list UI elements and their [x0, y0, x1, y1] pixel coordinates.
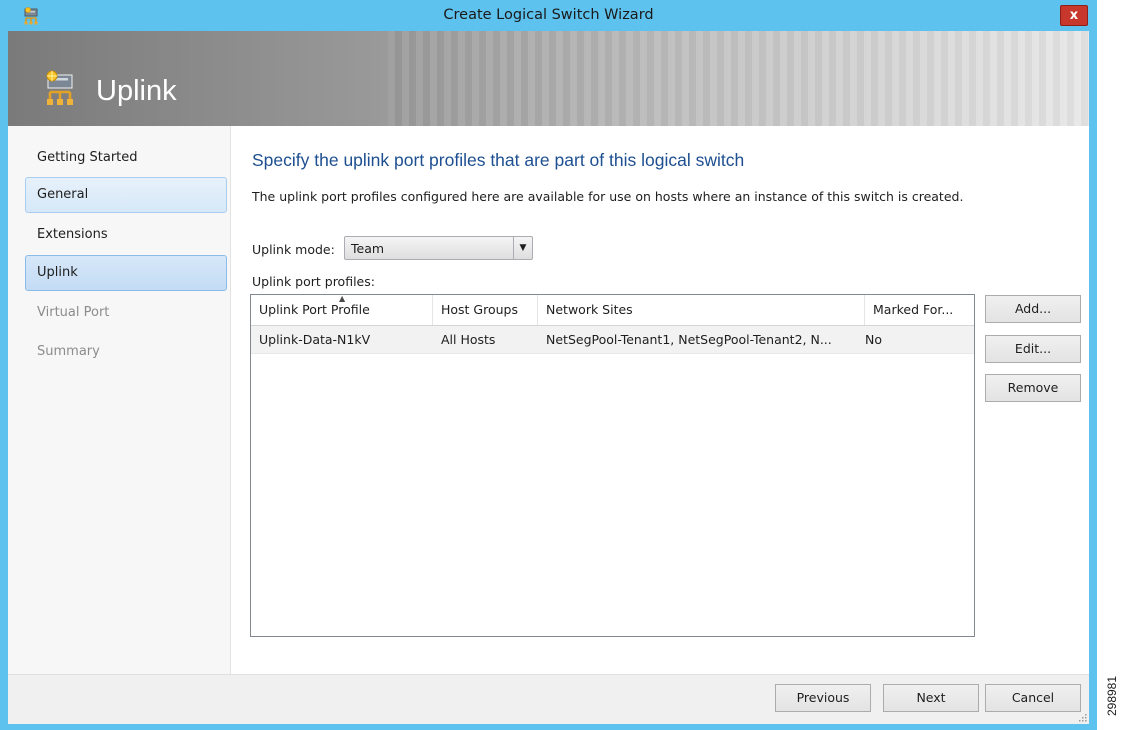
section-heading: Specify the uplink port profiles that ar…	[252, 150, 745, 170]
uplink-mode-value: Team	[351, 241, 385, 256]
cancel-button[interactable]: Cancel	[985, 684, 1081, 712]
page-title: Uplink	[96, 75, 177, 107]
previous-button[interactable]: Previous	[775, 684, 871, 712]
uplink-mode-label: Uplink mode:	[252, 242, 335, 257]
resize-grip-icon[interactable]	[1077, 712, 1087, 722]
remove-button[interactable]: Remove	[985, 374, 1081, 402]
uplink-mode-dropdown[interactable]: Team ▼	[344, 236, 533, 260]
wizard-footer: Previous Next Cancel	[8, 674, 1089, 724]
page-banner: Uplink	[8, 31, 1089, 126]
nav-item-extensions[interactable]: Extensions	[25, 217, 227, 253]
sort-ascending-icon: ▲	[339, 294, 346, 303]
edit-button[interactable]: Edit...	[985, 335, 1081, 363]
nav-item-uplink[interactable]: Uplink	[25, 255, 227, 291]
main-panel: Specify the uplink port profiles that ar…	[231, 126, 1089, 674]
column-label: Uplink Port Profile	[259, 302, 370, 317]
cell-network-sites: NetSegPool-Tenant1, NetSegPool-Tenant2, …	[546, 332, 832, 347]
title-bar[interactable]: Create Logical Switch Wizard x	[0, 0, 1097, 31]
nav-item-summary: Summary	[37, 344, 100, 359]
wizard-nav: Getting Started General Extensions Uplin…	[8, 126, 231, 674]
wizard-window: Create Logical Switch Wizard x Uplink Ge…	[0, 0, 1097, 730]
uplink-profiles-label: Uplink port profiles:	[252, 274, 375, 289]
column-header-network-sites[interactable]: Network Sites	[538, 295, 865, 325]
table-row[interactable]: Uplink-Data-N1kV All Hosts NetSegPool-Te…	[251, 326, 974, 354]
dropdown-arrow-icon[interactable]: ▼	[513, 237, 532, 259]
table-header: ▲ Uplink Port Profile Host Groups Networ…	[251, 295, 974, 326]
uplink-icon	[46, 70, 73, 105]
close-button[interactable]: x	[1060, 5, 1088, 26]
next-button[interactable]: Next	[883, 684, 979, 712]
nav-item-general[interactable]: General	[25, 177, 227, 213]
close-icon: x	[1069, 8, 1079, 23]
column-header-marked-for[interactable]: Marked For...	[865, 295, 974, 325]
banner-texture	[388, 31, 1089, 126]
cell-uplink-port-profile: Uplink-Data-N1kV	[259, 332, 371, 347]
nav-item-virtual-port: Virtual Port	[37, 305, 110, 320]
column-header-uplink-port-profile[interactable]: ▲ Uplink Port Profile	[251, 295, 433, 325]
nav-item-getting-started[interactable]: Getting Started	[25, 140, 227, 176]
add-button[interactable]: Add...	[985, 295, 1081, 323]
section-description: The uplink port profiles configured here…	[252, 189, 964, 204]
figure-id-label: 298981	[1105, 675, 1120, 717]
window-title: Create Logical Switch Wizard	[443, 7, 654, 23]
cell-marked-for: No	[865, 332, 882, 347]
figure-id: 298981	[1105, 675, 1126, 725]
cell-host-groups: All Hosts	[441, 332, 496, 347]
column-header-host-groups[interactable]: Host Groups	[433, 295, 538, 325]
uplink-profiles-table: ▲ Uplink Port Profile Host Groups Networ…	[250, 294, 975, 637]
wizard-body: Getting Started General Extensions Uplin…	[8, 126, 1089, 674]
